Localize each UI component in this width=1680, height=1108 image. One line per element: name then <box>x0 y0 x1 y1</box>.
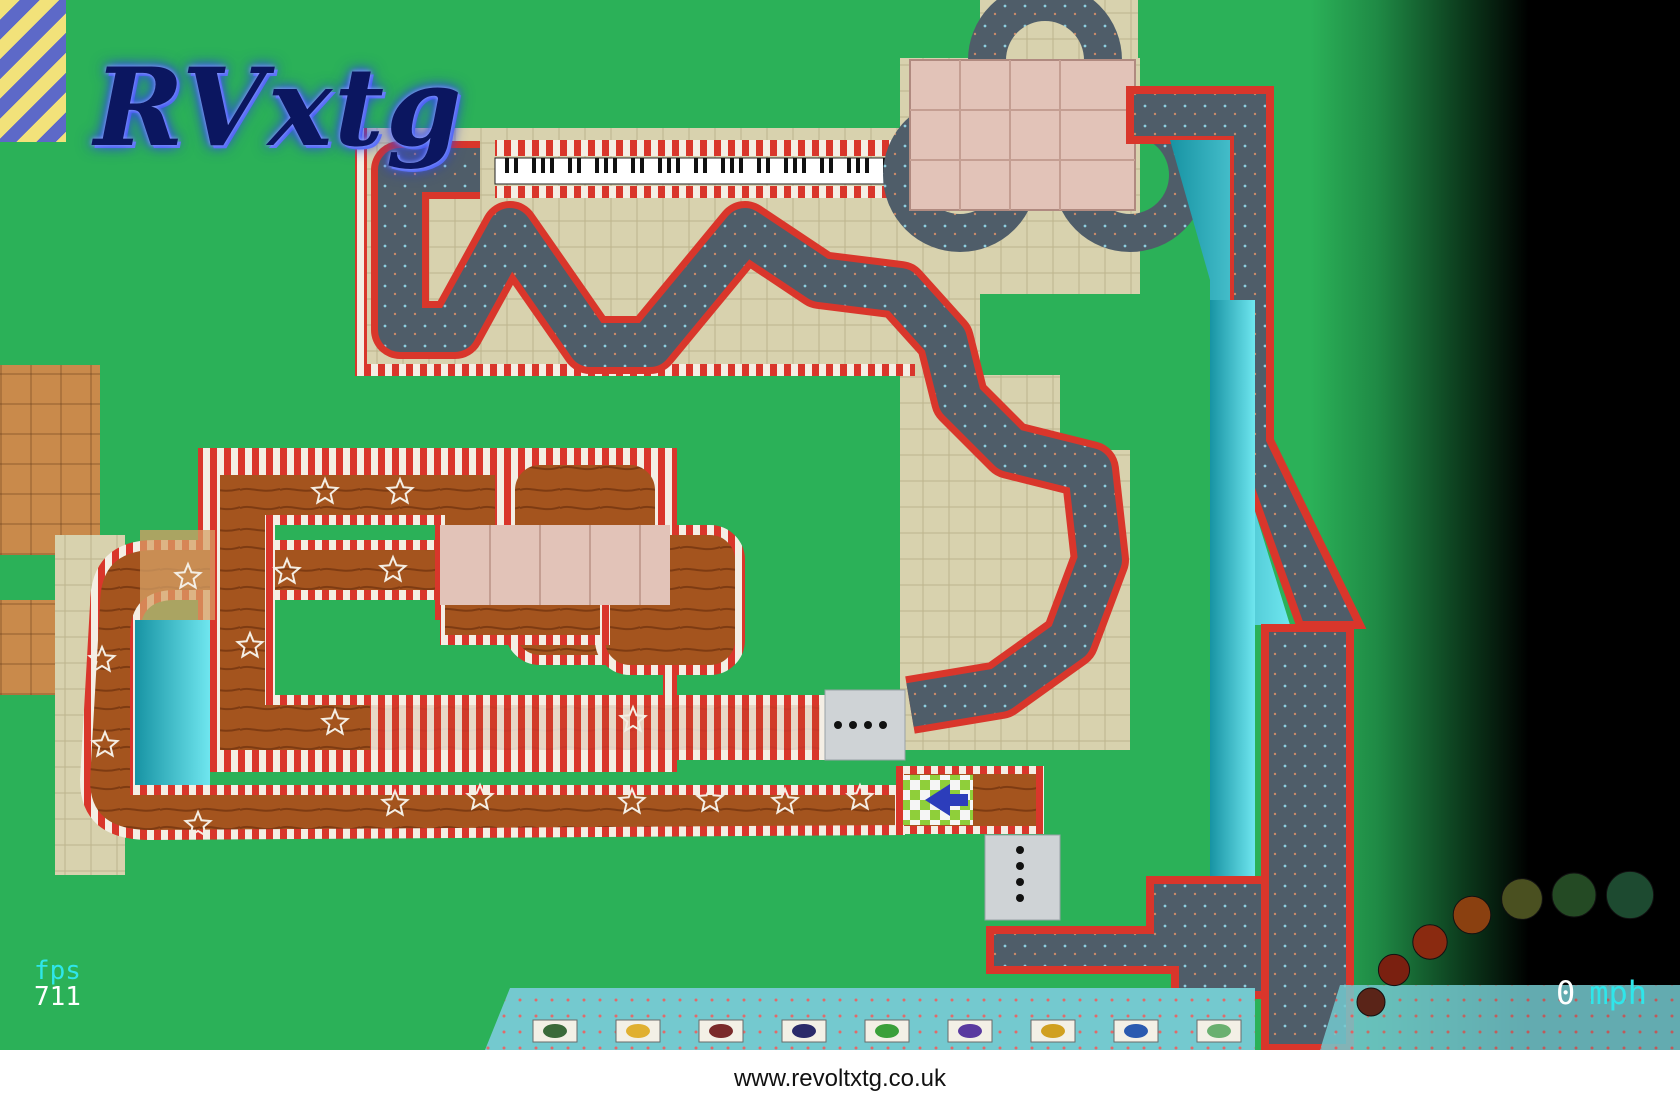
car-card-icon <box>1113 1019 1159 1043</box>
light-ball-icon <box>1551 872 1597 918</box>
car-card-icon <box>698 1019 744 1043</box>
fps-counter: 711 <box>34 982 81 1012</box>
light-ball-icon <box>1412 924 1448 960</box>
car-card-icon <box>615 1019 661 1043</box>
pickup-strip <box>485 985 1680 1050</box>
game-viewport[interactable]: RVxtg fps 711 0 mph <box>0 0 1680 1050</box>
car-card-icon <box>947 1019 993 1043</box>
light-ball-icon <box>1452 895 1492 935</box>
light-ball-icon <box>1356 987 1386 1017</box>
car-card-icon <box>864 1019 910 1043</box>
speed-unit: mph <box>1589 974 1648 1012</box>
light-ball-icon <box>1377 953 1411 987</box>
piano-bridge <box>494 140 901 198</box>
fps-label: fps <box>34 956 81 986</box>
car-card-icon <box>532 1019 578 1043</box>
speedometer: 0 mph <box>1556 975 1647 1011</box>
light-ball-icon <box>1501 878 1543 920</box>
speed-value: 0 <box>1556 974 1576 1012</box>
rvxtg-logo: RVxtg <box>94 45 464 171</box>
site-url: www.revoltxtg.co.uk <box>733 1065 947 1092</box>
car-card-icon <box>781 1019 827 1043</box>
light-ball-icon <box>1605 870 1655 920</box>
car-card-icon <box>1196 1019 1242 1043</box>
car-card-icon <box>1030 1019 1076 1043</box>
